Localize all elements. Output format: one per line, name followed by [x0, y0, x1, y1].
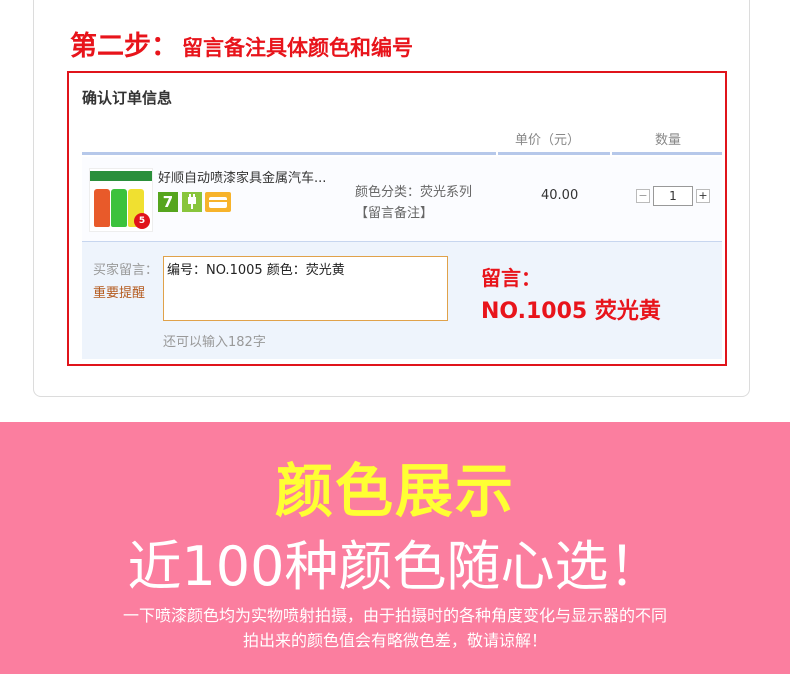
- order-confirm-panel: 确认订单信息 单价（元） 数量 5 好顺自动喷漆家具金属汽车... 7 颜色分类…: [67, 71, 727, 366]
- banner-disclaimer: 一下喷漆颜色均为实物喷射拍摄，由于拍摄时的各种角度变化与显示器的不同 拍出来的颜…: [0, 603, 790, 653]
- header-divider: [498, 152, 610, 155]
- thumb-band: [90, 171, 152, 181]
- header-divider: [82, 152, 496, 155]
- buyer-message-label: 买家留言：: [93, 263, 159, 278]
- qty-increase-button[interactable]: +: [696, 189, 710, 203]
- attribute-note: 【留言备注】: [355, 206, 434, 221]
- thumb-badge: 5: [134, 213, 150, 229]
- char-remaining: 还可以输入182字: [163, 335, 266, 350]
- product-attribute: 颜色分类：荧光系列: [355, 185, 473, 200]
- credit-card-icon: [205, 192, 231, 212]
- qty-column-header: 数量: [655, 133, 682, 148]
- order-heading: 确认订单信息: [82, 89, 173, 107]
- banner-subtitle: 近100种颜色随心选！: [127, 535, 663, 598]
- price-column-header: 单价（元）: [515, 133, 581, 148]
- quantity-input[interactable]: 1: [653, 186, 693, 206]
- header-divider: [612, 152, 722, 155]
- spray-can-image: [111, 189, 127, 227]
- product-row: 5 好顺自动喷漆家具金属汽车... 7 颜色分类：荧光系列 【留言备注】 40.…: [82, 157, 722, 242]
- unit-price: 40.00: [541, 188, 579, 203]
- disclaimer-line: 一下喷漆颜色均为实物喷射拍摄，由于拍摄时的各种角度变化与显示器的不同: [122, 606, 667, 625]
- banner-title: 颜色展示: [274, 457, 515, 525]
- buyer-message-area: 买家留言： 重要提醒 编号：NO.1005 颜色：荧光黄 还可以输入182字 留…: [82, 242, 722, 359]
- buyer-message-input[interactable]: 编号：NO.1005 颜色：荧光黄: [163, 256, 448, 321]
- step-number: 第二步：: [70, 31, 178, 62]
- step-title: 第二步： 留言备注具体颜色和编号: [70, 24, 413, 63]
- disclaimer-line: 拍出来的颜色值会有略微色差，敬请谅解！: [242, 631, 547, 650]
- annotation-label: 留言：: [481, 266, 541, 290]
- qty-decrease-button[interactable]: −: [636, 189, 650, 203]
- product-title-link[interactable]: 好顺自动喷漆家具金属汽车...: [158, 167, 326, 186]
- seven-day-return-icon: 7: [158, 192, 178, 212]
- spray-can-image: [94, 189, 110, 227]
- important-reminder-link[interactable]: 重要提醒: [93, 282, 145, 301]
- product-thumbnail[interactable]: 5: [89, 168, 153, 232]
- step-text: 留言备注具体颜色和编号: [182, 36, 413, 60]
- color-showcase-banner: 颜色展示 近100种颜色随心选！ 一下喷漆颜色均为实物喷射拍摄，由于拍摄时的各种…: [0, 422, 790, 674]
- plug-icon: [182, 192, 202, 212]
- annotation-value: NO.1005 荧光黄: [481, 299, 661, 324]
- message-annotation: 留言： NO.1005 荧光黄: [481, 262, 661, 325]
